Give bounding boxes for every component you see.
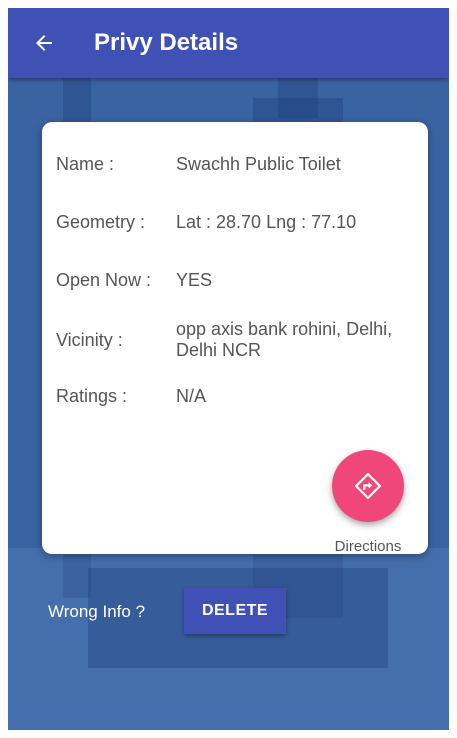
geometry-row: Geometry : Lat : 28.70 Lng : 77.10 (56, 212, 416, 233)
arrow-left-icon (36, 35, 52, 51)
open-now-value: YES (176, 270, 213, 290)
app-bar: Privy Details (8, 8, 449, 78)
wrong-info-label: Wrong Info ? (48, 602, 146, 621)
vicinity-label: Vicinity : (56, 329, 123, 350)
ratings-value: N/A (176, 386, 207, 406)
open-now-label: Open Now : (56, 270, 152, 290)
open-now-row: Open Now : YES (56, 270, 416, 291)
name-label: Name : (56, 154, 115, 174)
name-row: Name : Swachh Public Toilet (56, 154, 416, 175)
screen: Privy Details Name : Swachh Public Toile… (8, 8, 449, 730)
vicinity-value: opp axis bank rohini, Delhi, Delhi NCR (176, 319, 393, 360)
vicinity-row: Vicinity : opp axis bank rohini, Delhi, … (56, 318, 416, 362)
ratings-label: Ratings : (56, 386, 128, 406)
directions-icon (355, 473, 381, 499)
name-value: Swachh Public Toilet (176, 154, 341, 174)
geometry-value: Lat : 28.70 Lng : 77.10 (176, 212, 357, 232)
background-building (278, 78, 318, 118)
back-button[interactable] (24, 23, 64, 63)
details-card: Name : Swachh Public Toilet Geometry : L… (42, 122, 428, 555)
geometry-label: Geometry : (56, 212, 146, 232)
delete-button[interactable]: DELETE (184, 588, 286, 634)
directions-button[interactable] (332, 450, 404, 522)
directions-label: Directions (334, 538, 402, 555)
page-title: Privy Details (94, 29, 239, 56)
ratings-row: Ratings : N/A (56, 386, 416, 407)
